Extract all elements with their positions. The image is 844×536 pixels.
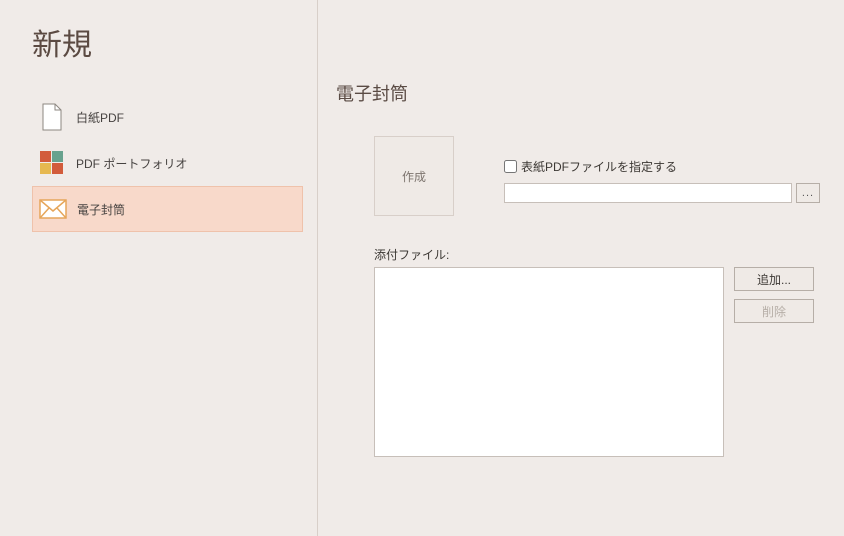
- envelope-icon: [39, 195, 67, 223]
- attachments-list[interactable]: [374, 267, 724, 457]
- add-button[interactable]: 追加...: [734, 267, 814, 291]
- template-item-envelope[interactable]: 電子封筒: [32, 186, 303, 232]
- template-label: PDF ポートフォリオ: [76, 155, 187, 172]
- create-button[interactable]: 作成: [374, 136, 454, 216]
- cover-pdf-checkbox[interactable]: [504, 160, 517, 173]
- cover-path-input[interactable]: [504, 183, 792, 203]
- template-label: 白紙PDF: [76, 109, 124, 126]
- cover-pdf-label[interactable]: 表紙PDFファイルを指定する: [521, 158, 677, 175]
- attachments-label: 添付ファイル:: [374, 246, 826, 263]
- browse-button[interactable]: ...: [796, 183, 820, 203]
- blank-pdf-icon: [38, 103, 66, 131]
- template-label: 電子封筒: [77, 201, 125, 218]
- template-item-portfolio[interactable]: PDF ポートフォリオ: [32, 140, 303, 186]
- portfolio-icon: [38, 149, 66, 177]
- delete-button: 削除: [734, 299, 814, 323]
- page-title: 新規: [32, 20, 303, 64]
- main-title: 電子封筒: [336, 80, 826, 106]
- template-item-blank-pdf[interactable]: 白紙PDF: [32, 94, 303, 140]
